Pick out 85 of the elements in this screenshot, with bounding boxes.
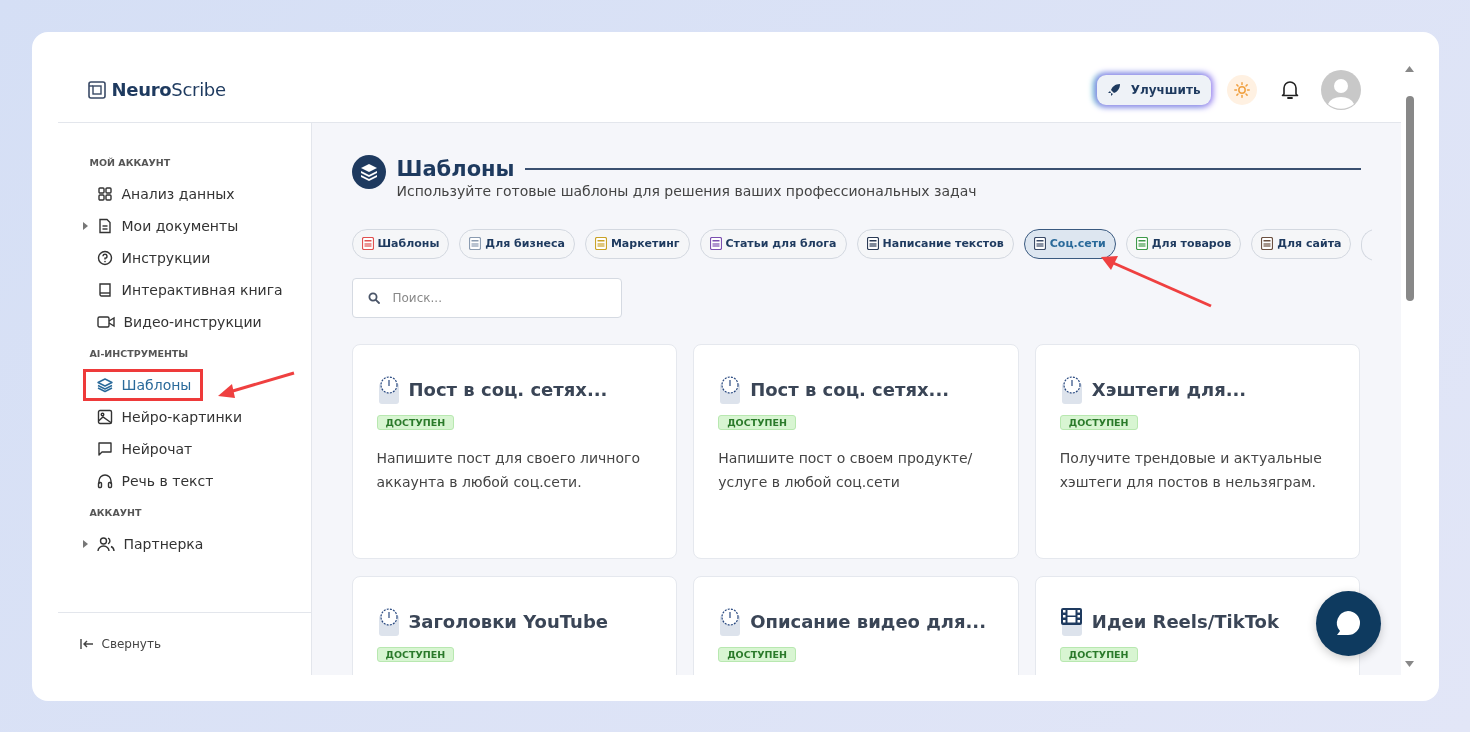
category-icon <box>1135 237 1148 250</box>
template-card[interactable]: Пост в соц. сетях... ДОСТУПЕН Напишите пост о своем продукте/ услуге в любой соц.сети <box>693 343 1019 559</box>
template-title: Хэштеги для... <box>1091 379 1247 400</box>
category-chip[interactable]: Статьи для блога <box>699 228 847 259</box>
scroll-down-icon[interactable] <box>1405 660 1414 667</box>
rocket-icon <box>1106 82 1121 97</box>
availability-badge: ДОСТУПЕН <box>1059 646 1138 662</box>
availability-badge: ДОСТУПЕН <box>1059 414 1138 430</box>
availability-badge: ДОСТУПЕН <box>376 414 455 430</box>
availability-badge: ДОСТУПЕН <box>718 646 796 662</box>
sidebar-item[interactable]: Нейро-картинки <box>82 400 255 433</box>
availability-badge: ДОСТУПЕН <box>718 414 796 430</box>
sidebar-item[interactable]: Нейрочат <box>82 432 205 465</box>
template-description: Получите трендовые и актуальные хэштеги для постов в нельзяграм. <box>1059 448 1323 492</box>
page-subtitle: Используйте готовые шаблоны для решения ваших профессиональных задач <box>396 182 978 199</box>
template-description: Напишите пост о своем продукте/ услуге в любой соц.сети <box>718 448 974 492</box>
sidebar-item[interactable]: Партнерка <box>82 527 216 560</box>
stopwatch-icon <box>1059 374 1084 405</box>
headphones-icon <box>96 472 113 489</box>
template-title: Пост в соц. сетях... <box>750 379 950 400</box>
sidebar-item[interactable]: Интерактивная книга <box>82 273 295 306</box>
stopwatch-icon <box>718 606 743 637</box>
template-card[interactable]: Идеи Reels/TikTok ДОСТУПЕН <box>1034 575 1361 675</box>
logo-text: NeuroScribe <box>111 79 226 100</box>
caret-icon <box>82 539 88 548</box>
sidebar-item[interactable]: Мои документы <box>82 209 251 242</box>
stopwatch-icon <box>376 374 401 405</box>
document-icon <box>96 217 113 234</box>
layers-icon <box>351 154 386 189</box>
category-icon <box>469 237 482 250</box>
collapse-sidebar-button[interactable]: Свернуть <box>79 636 161 651</box>
template-title: Заголовки YouTube <box>408 611 608 632</box>
page-title: Шаблоны <box>396 155 515 183</box>
sidebar-item[interactable]: Речь в текст <box>82 464 226 497</box>
stopwatch-icon <box>718 374 743 405</box>
availability-badge: ДОСТУПЕН <box>376 646 455 662</box>
sidebar-item[interactable]: Анализ данных <box>82 177 247 210</box>
layers-icon <box>96 376 113 393</box>
notification-bell-icon[interactable] <box>1280 79 1299 100</box>
category-chip[interactable]: Для сайта <box>1251 228 1352 259</box>
category-chip[interactable]: Соц.сети <box>1023 228 1116 259</box>
chat-icon <box>96 440 113 457</box>
section-heading: МОЙ АККАУНТ <box>89 156 172 168</box>
caret-icon <box>82 221 88 230</box>
template-card[interactable]: Заголовки YouTube ДОСТУПЕН <box>351 575 678 675</box>
template-card[interactable]: Описание видео для... ДОСТУПЕН <box>693 575 1019 675</box>
sidebar-item[interactable]: Инструкции <box>82 241 223 274</box>
sun-icon <box>1233 81 1250 98</box>
category-icon <box>594 237 607 250</box>
category-icon <box>866 237 879 250</box>
template-card[interactable]: Пост в соц. сетях... ДОСТУПЕН Напишите пост для своего личного аккаунта в любой соц.сети. <box>351 343 678 559</box>
category-icon <box>709 237 722 250</box>
image-icon <box>96 408 113 425</box>
section-heading: AI-ИНСТРУМЕНТЫ <box>89 347 190 359</box>
template-card[interactable]: Хэштеги для... ДОСТУПЕН Получите трендовые и актуальные хэштеги для постов в нельзяграм. <box>1034 343 1361 559</box>
template-title: Описание видео для... <box>750 611 987 632</box>
scroll-up-icon[interactable] <box>1405 65 1414 72</box>
category-chip[interactable]: Для бизнеса <box>459 228 575 259</box>
video-camera-icon <box>96 314 115 329</box>
category-icon <box>1261 237 1274 250</box>
stopwatch-icon <box>376 606 401 637</box>
collapse-arrow-icon <box>79 637 94 650</box>
template-description: Напишите пост для своего личного аккаунта в любой соц.сети. <box>376 448 641 492</box>
scrollbar-thumb[interactable] <box>1405 95 1414 301</box>
grid-icon <box>96 185 113 202</box>
sidebar-item[interactable]: Видео-инструкции <box>82 305 274 338</box>
film-icon <box>1059 606 1084 637</box>
logo-icon <box>87 80 106 99</box>
search-field[interactable]: Поиск... <box>351 277 622 318</box>
category-chip[interactable]: Маркетинг <box>584 228 690 259</box>
template-title: Идеи Reels/TikTok <box>1091 611 1279 632</box>
theme-toggle-button[interactable] <box>1226 74 1257 105</box>
users-icon <box>96 535 115 552</box>
upgrade-button[interactable]: Улучшить <box>1096 74 1211 105</box>
sidebar-item[interactable]: Шаблоны <box>82 368 204 401</box>
category-chip[interactable]: Шаблоны <box>351 228 450 259</box>
help-icon <box>96 249 113 266</box>
section-heading: АККАУНТ <box>89 506 143 518</box>
book-icon <box>96 281 113 298</box>
category-chip[interactable]: Для товаров <box>1125 228 1242 259</box>
category-chip[interactable]: Написание текстов <box>856 228 1014 259</box>
template-title: Пост в соц. сетях... <box>408 379 608 400</box>
category-icon <box>1033 237 1046 250</box>
category-icon <box>361 237 374 250</box>
search-icon <box>367 291 380 304</box>
